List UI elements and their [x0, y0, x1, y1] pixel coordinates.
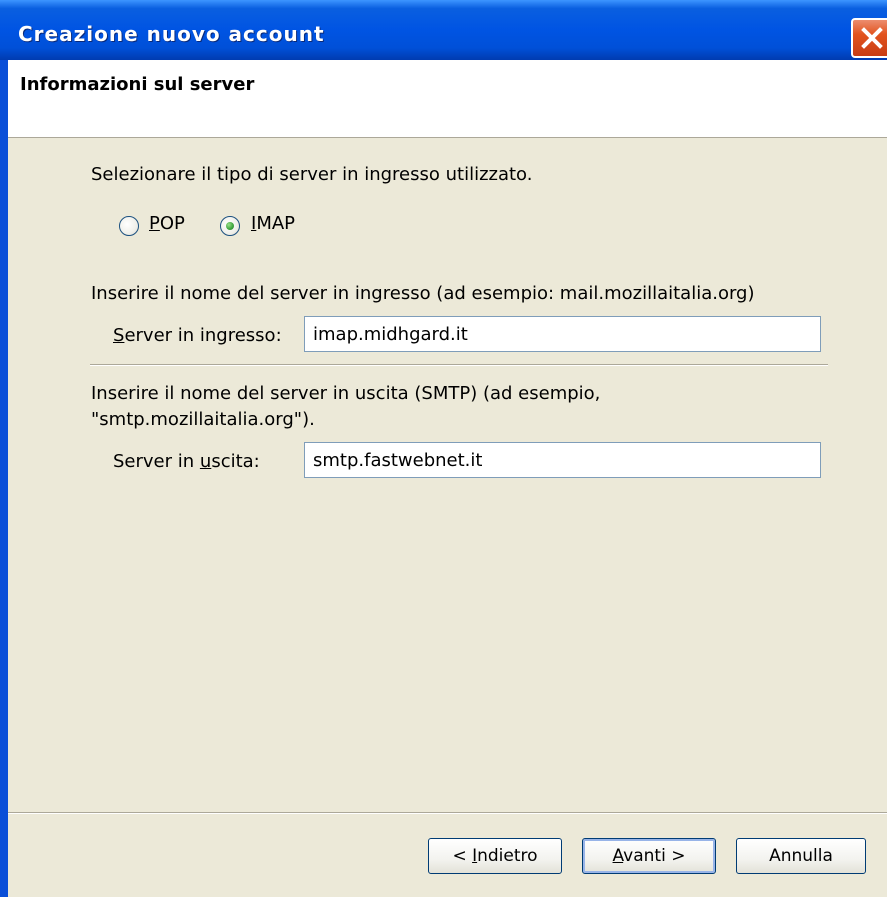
imap-radio-label[interactable]: IMAP — [251, 213, 295, 234]
next-button[interactable]: Avanti > — [582, 838, 716, 874]
wizard-header: Informazioni sul server — [8, 60, 887, 138]
cancel-button[interactable]: Annulla — [736, 838, 866, 874]
incoming-server-label: Server in ingresso: — [113, 325, 282, 346]
page-title: Informazioni sul server — [20, 74, 255, 95]
window-frame-left — [0, 60, 8, 897]
imap-radio[interactable] — [220, 216, 240, 236]
outgoing-server-input[interactable] — [304, 442, 821, 478]
window-title: Creazione nuovo account — [18, 22, 325, 46]
outgoing-server-prompt-line1: Inserire il nome del server in uscita (S… — [91, 383, 601, 404]
outgoing-server-label: Server in uscita: — [113, 451, 260, 472]
section-divider — [90, 364, 828, 366]
radio-selected-dot — [226, 222, 234, 230]
back-button[interactable]: < Indietro — [428, 838, 562, 874]
pop-radio[interactable] — [119, 216, 139, 236]
footer-divider — [8, 812, 887, 814]
wizard-content: Selezionare il tipo di server in ingress… — [8, 138, 887, 897]
close-icon — [861, 27, 883, 49]
incoming-server-prompt: Inserire il nome del server in ingresso … — [91, 283, 755, 304]
incoming-server-input[interactable] — [304, 316, 821, 352]
close-button[interactable] — [851, 18, 887, 58]
title-bar: Creazione nuovo account — [0, 0, 887, 60]
server-type-prompt: Selezionare il tipo di server in ingress… — [91, 164, 533, 185]
pop-radio-label[interactable]: POP — [149, 213, 185, 234]
outgoing-server-prompt-line2: "smtp.mozillaitalia.org"). — [91, 409, 315, 430]
